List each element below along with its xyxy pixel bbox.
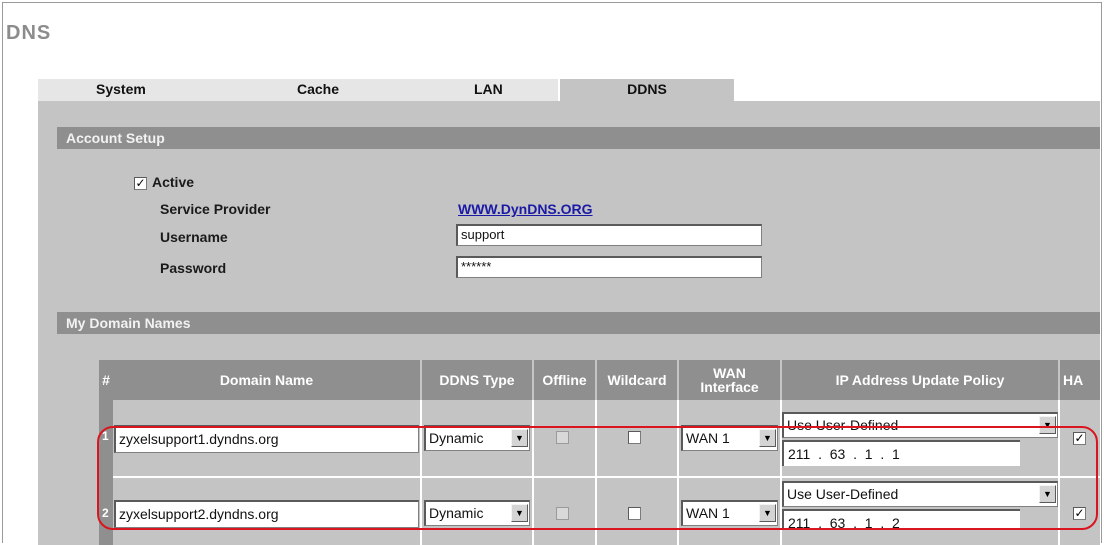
row-number: 2 xyxy=(102,506,109,520)
ddns-type-select[interactable]: Dynamic ▼ xyxy=(424,500,530,526)
wildcard-checkbox[interactable] xyxy=(628,431,641,444)
col-domain-label: Domain Name xyxy=(219,372,314,388)
col-wan-label: WAN Interface xyxy=(700,365,759,395)
chevron-down-icon: ▼ xyxy=(759,504,776,522)
my-domain-names-header: My Domain Names xyxy=(57,312,1100,334)
col-ddns-label: DDNS Type xyxy=(439,372,515,388)
grid-divider xyxy=(1058,400,1060,545)
ha-checkbox[interactable]: ✓ xyxy=(1073,507,1086,520)
chevron-down-icon: ▼ xyxy=(759,429,776,447)
check-icon: ✓ xyxy=(1074,506,1085,520)
ddns-type-value: Dynamic xyxy=(429,430,484,446)
tab-ddns[interactable]: DDNS xyxy=(560,79,734,101)
check-icon: ✓ xyxy=(135,176,146,190)
ip-policy-select[interactable]: Use User-Defined ▼ xyxy=(782,412,1058,438)
tab-cache[interactable]: Cache xyxy=(233,79,403,101)
tab-bar: System Cache LAN DDNS xyxy=(38,79,1100,101)
col-offline-label: Offline xyxy=(542,372,587,388)
tab-system-label: System xyxy=(96,81,146,97)
col-header-wan-interface: WAN Interface xyxy=(679,360,780,400)
password-input[interactable]: ****** xyxy=(456,256,762,278)
check-icon: ✓ xyxy=(1074,431,1085,445)
chevron-down-icon: ▼ xyxy=(511,504,528,522)
ip-policy-value: Use User-Defined xyxy=(787,486,899,502)
chevron-down-icon: ▼ xyxy=(1039,485,1056,503)
col-header-num: # xyxy=(99,360,113,400)
grid-divider xyxy=(420,400,422,545)
username-label: Username xyxy=(160,229,228,245)
grid-divider xyxy=(677,400,679,545)
domain-name-input[interactable]: zyxelsupport2.dyndns.org xyxy=(114,500,419,528)
active-label: Active xyxy=(152,174,195,190)
username-input[interactable]: support xyxy=(456,224,762,246)
col-ha-label: HA xyxy=(1063,372,1084,388)
wildcard-checkbox[interactable] xyxy=(628,507,641,520)
ip-address-input[interactable]: 211 . 63 . 1 . 1 xyxy=(782,440,1020,466)
col-header-wildcard: Wildcard xyxy=(597,360,677,400)
offline-checkbox[interactable] xyxy=(556,431,569,444)
row-number-strip xyxy=(99,400,113,545)
account-setup-header: Account Setup xyxy=(57,127,1100,149)
col-num-label: # xyxy=(102,372,110,388)
grid-divider xyxy=(99,476,1100,478)
ip-policy-value: Use User-Defined xyxy=(787,417,899,433)
wan-interface-select[interactable]: WAN 1 ▼ xyxy=(681,425,778,451)
ddns-type-select[interactable]: Dynamic ▼ xyxy=(424,425,530,451)
col-header-domain-name: Domain Name xyxy=(113,360,420,400)
chevron-down-icon: ▼ xyxy=(511,429,528,447)
tab-divider xyxy=(558,79,560,101)
tab-system[interactable]: System xyxy=(38,79,233,101)
ha-checkbox[interactable]: ✓ xyxy=(1073,432,1086,445)
chevron-down-icon: ▼ xyxy=(1039,416,1056,434)
col-header-ip-policy: IP Address Update Policy xyxy=(782,360,1058,400)
ip-policy-select[interactable]: Use User-Defined ▼ xyxy=(782,481,1058,507)
active-checkbox[interactable]: ✓ xyxy=(134,177,147,190)
wan-interface-value: WAN 1 xyxy=(686,505,730,521)
wan-interface-value: WAN 1 xyxy=(686,430,730,446)
col-header-offline: Offline xyxy=(534,360,595,400)
tab-lan[interactable]: LAN xyxy=(403,79,558,101)
password-label: Password xyxy=(160,260,227,276)
tab-lan-label: LAN xyxy=(474,81,503,97)
domain-name-input[interactable]: zyxelsupport1.dyndns.org xyxy=(114,425,419,453)
page-title: DNS xyxy=(6,22,52,44)
ip-address-input[interactable]: 211 . 63 . 1 . 2 xyxy=(782,509,1020,529)
col-header-ha: HA xyxy=(1060,360,1100,400)
offline-checkbox[interactable] xyxy=(556,507,569,520)
service-provider-label: Service Provider xyxy=(160,201,271,217)
service-provider-link[interactable]: WWW.DynDNS.ORG xyxy=(458,201,593,217)
grid-divider xyxy=(532,400,534,545)
tab-cache-label: Cache xyxy=(296,81,340,97)
col-ip-label: IP Address Update Policy xyxy=(835,372,1005,388)
col-header-ddns-type: DDNS Type xyxy=(422,360,532,400)
col-wildcard-label: Wildcard xyxy=(607,372,667,388)
tab-ddns-label: DDNS xyxy=(627,81,667,97)
ddns-type-value: Dynamic xyxy=(429,505,484,521)
grid-divider xyxy=(595,400,597,545)
tab-filler xyxy=(734,79,1100,101)
wan-interface-select[interactable]: WAN 1 ▼ xyxy=(681,500,778,526)
row-number: 1 xyxy=(102,429,109,443)
